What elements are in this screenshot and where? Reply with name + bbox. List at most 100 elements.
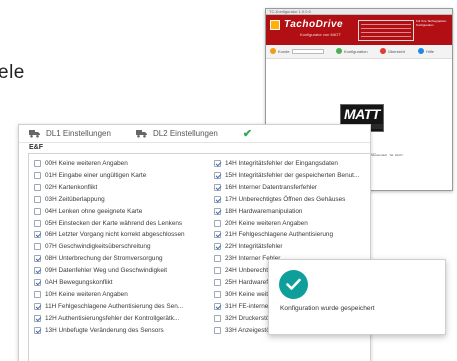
checkbox-row[interactable]: 17H Unberechtigtes Öffnen des Gehäuses: [214, 195, 377, 204]
checkbox-row[interactable]: 22H Integritätsfehler: [214, 242, 377, 251]
tab-summary-check[interactable]: ✔: [243, 127, 252, 140]
checkbox[interactable]: [34, 160, 41, 167]
checkbox-row[interactable]: 01H Eingabe einer ungültigen Karte: [34, 171, 210, 180]
checkbox-row[interactable]: 00H Keine weiteren Angaben: [34, 159, 210, 168]
checkbox[interactable]: [34, 231, 41, 239]
checkbox-row[interactable]: 20H Keine weiteren Angaben: [214, 219, 377, 228]
tab-label: DL2 Einstellungen: [152, 129, 218, 138]
toast-message: Konfiguration wurde gespeichert: [280, 305, 375, 312]
tab-dl2-settings[interactable]: DL2 Einstellungen: [135, 129, 218, 138]
checkbox[interactable]: [214, 207, 221, 215]
checkbox-row[interactable]: 16H Interner Datentransferfehler: [214, 183, 377, 192]
checkbox-label: 15H Integritätsfehler der gespeicherten …: [225, 171, 360, 179]
section-title: E&F: [19, 142, 370, 151]
step-dot-icon: [418, 48, 424, 54]
checkbox-row[interactable]: 12H Authentisierungsfehler der Kontrollg…: [34, 314, 210, 323]
checkbox[interactable]: [34, 195, 41, 203]
checkbox[interactable]: [34, 326, 41, 334]
checkbox[interactable]: [214, 326, 221, 334]
checkbox-label: 0AH Bewegungskonflikt: [45, 279, 113, 286]
checkbox[interactable]: [34, 314, 41, 322]
checkbox[interactable]: [34, 267, 41, 275]
step-dot-icon: [380, 48, 386, 54]
screenshot-collage: ele TC-Konfigurator 1.0.0.0 TachoDrive K…: [0, 0, 457, 361]
checkbox-label: 13H Unbefugte Veränderung des Sensors: [45, 326, 164, 334]
checkbox-row[interactable]: 06H Letzter Vorgang nicht korrekt abgesc…: [34, 230, 210, 239]
checkbox[interactable]: [214, 231, 221, 239]
thumbnail-logo-sub: Konfigurator von MATT: [300, 32, 342, 37]
checkbox-row[interactable]: 21H Fehlgeschlagene Authentisierung: [214, 230, 377, 239]
step-dot-icon: [336, 48, 342, 54]
checkbox[interactable]: [34, 219, 41, 227]
checkbox[interactable]: [214, 302, 221, 310]
tab-dl1-settings[interactable]: DL1 Einstellungen: [29, 129, 111, 138]
checkbox-row[interactable]: 14H Integritätsfehler der Eingangsdaten: [214, 159, 377, 168]
checkbox[interactable]: [214, 243, 221, 251]
checkbox-label: 11H Fehlgeschlagene Authentisierung des …: [45, 302, 184, 310]
step-label: Hilfe: [426, 48, 435, 54]
checkbox-label: 06H Letzter Vorgang nicht korrekt abgesc…: [45, 231, 185, 239]
checkbox-row[interactable]: 07H Geschwindigkeitsüberschreitung: [34, 242, 210, 251]
step-label: Kunde: [278, 48, 290, 54]
checkbox-row[interactable]: 11H Fehlgeschlagene Authentisierung des …: [34, 302, 210, 311]
checkbox[interactable]: [34, 183, 41, 191]
checkbox-row[interactable]: 02H Kartenkonflikt: [34, 183, 210, 192]
step-label: Konfiguration: [344, 48, 368, 54]
checkbox[interactable]: [214, 279, 221, 286]
step-configuration[interactable]: Konfiguration: [336, 48, 368, 54]
thumbnail-logo: TachoDrive: [284, 19, 344, 30]
step-customer[interactable]: Kunde: [270, 48, 324, 54]
save-confirmation-toast: Konfiguration wurde gespeichert: [268, 259, 446, 335]
checkbox[interactable]: [214, 195, 221, 203]
thumbnail-header-note: Für Ihre Tachographen Konfiguration: [416, 19, 447, 27]
checkbox[interactable]: [214, 314, 221, 322]
checkbox-label: 22H Integritätsfehler: [225, 243, 283, 251]
checkbox-row[interactable]: 15H Integritätsfehler der gespeicherten …: [214, 171, 377, 180]
checkbox[interactable]: [214, 255, 221, 263]
checkbox-row[interactable]: 18H Hardwaremanipulation: [214, 207, 377, 216]
checkbox[interactable]: [214, 160, 221, 167]
checkbox-row[interactable]: 13H Unbefugte Veränderung des Sensors: [34, 326, 210, 335]
checkbox-row[interactable]: 10H Keine weiteren Angaben: [34, 290, 210, 299]
step-help[interactable]: Hilfe: [418, 48, 434, 54]
truck-icon: [29, 130, 40, 138]
checkbox[interactable]: [214, 267, 221, 275]
checkbox-label: 21H Fehlgeschlagene Authentisierung: [225, 231, 334, 239]
step-overview[interactable]: Übersicht: [380, 48, 405, 54]
checkbox[interactable]: [34, 290, 41, 298]
checkmark-icon: ✔: [242, 128, 253, 140]
checkbox[interactable]: [214, 219, 221, 227]
checkbox-label: 14H Integritätsfehler der Eingangsdaten: [225, 160, 338, 167]
checkbox-row[interactable]: 03H Zeitüberlappung: [34, 195, 210, 204]
checkbox-row[interactable]: 04H Lenken ohne geeignete Karte: [34, 207, 210, 216]
checkbox[interactable]: [214, 290, 221, 298]
checkbox-label: 04H Lenken ohne geeignete Karte: [45, 207, 143, 215]
thumbnail-info-table: [358, 20, 414, 41]
checkbox[interactable]: [214, 183, 221, 191]
tab-bar: DL1 Einstellungen DL2 Einstellungen ✔: [19, 125, 370, 142]
tab-label: DL1 Einstellungen: [46, 129, 111, 138]
checkbox-row[interactable]: 09H Datenfehler Weg und Geschwindigkeit: [34, 266, 210, 275]
checkbox-row[interactable]: 05H Einstecken der Karte während des Len…: [34, 219, 210, 228]
checkbox[interactable]: [34, 243, 41, 251]
checkbox-row[interactable]: 08H Unterbrechung der Stromversorgung: [34, 254, 210, 263]
checkbox-row[interactable]: 0AH Bewegungskonflikt: [34, 278, 210, 287]
checkbox-label: 02H Kartenkonflikt: [45, 183, 98, 191]
checkbox-label: 09H Datenfehler Weg und Geschwindigkeit: [45, 267, 168, 275]
checkbox[interactable]: [34, 171, 41, 179]
thumbnail-header: TachoDrive Konfigurator von MATT Für Ihr…: [266, 15, 452, 45]
customer-input[interactable]: [291, 48, 324, 54]
checkbox-label: 07H Geschwindigkeitsüberschreitung: [45, 243, 151, 251]
checkbox-label: 10H Keine weiteren Angaben: [45, 290, 128, 298]
thumbnail-steps-bar: Kunde Konfiguration Übersicht Hilfe: [266, 45, 452, 59]
checkbox[interactable]: [34, 279, 41, 286]
step-label: Übersicht: [388, 48, 405, 54]
checkbox[interactable]: [34, 255, 41, 263]
checkbox[interactable]: [214, 171, 221, 179]
badge-text: MATT: [344, 106, 380, 122]
checkbox[interactable]: [34, 207, 41, 215]
step-dot-icon: [270, 48, 276, 54]
checkbox-label: 00H Keine weiteren Angaben: [45, 160, 128, 167]
checkbox[interactable]: [34, 302, 41, 310]
checkbox-label: 18H Hardwaremanipulation: [225, 207, 303, 215]
